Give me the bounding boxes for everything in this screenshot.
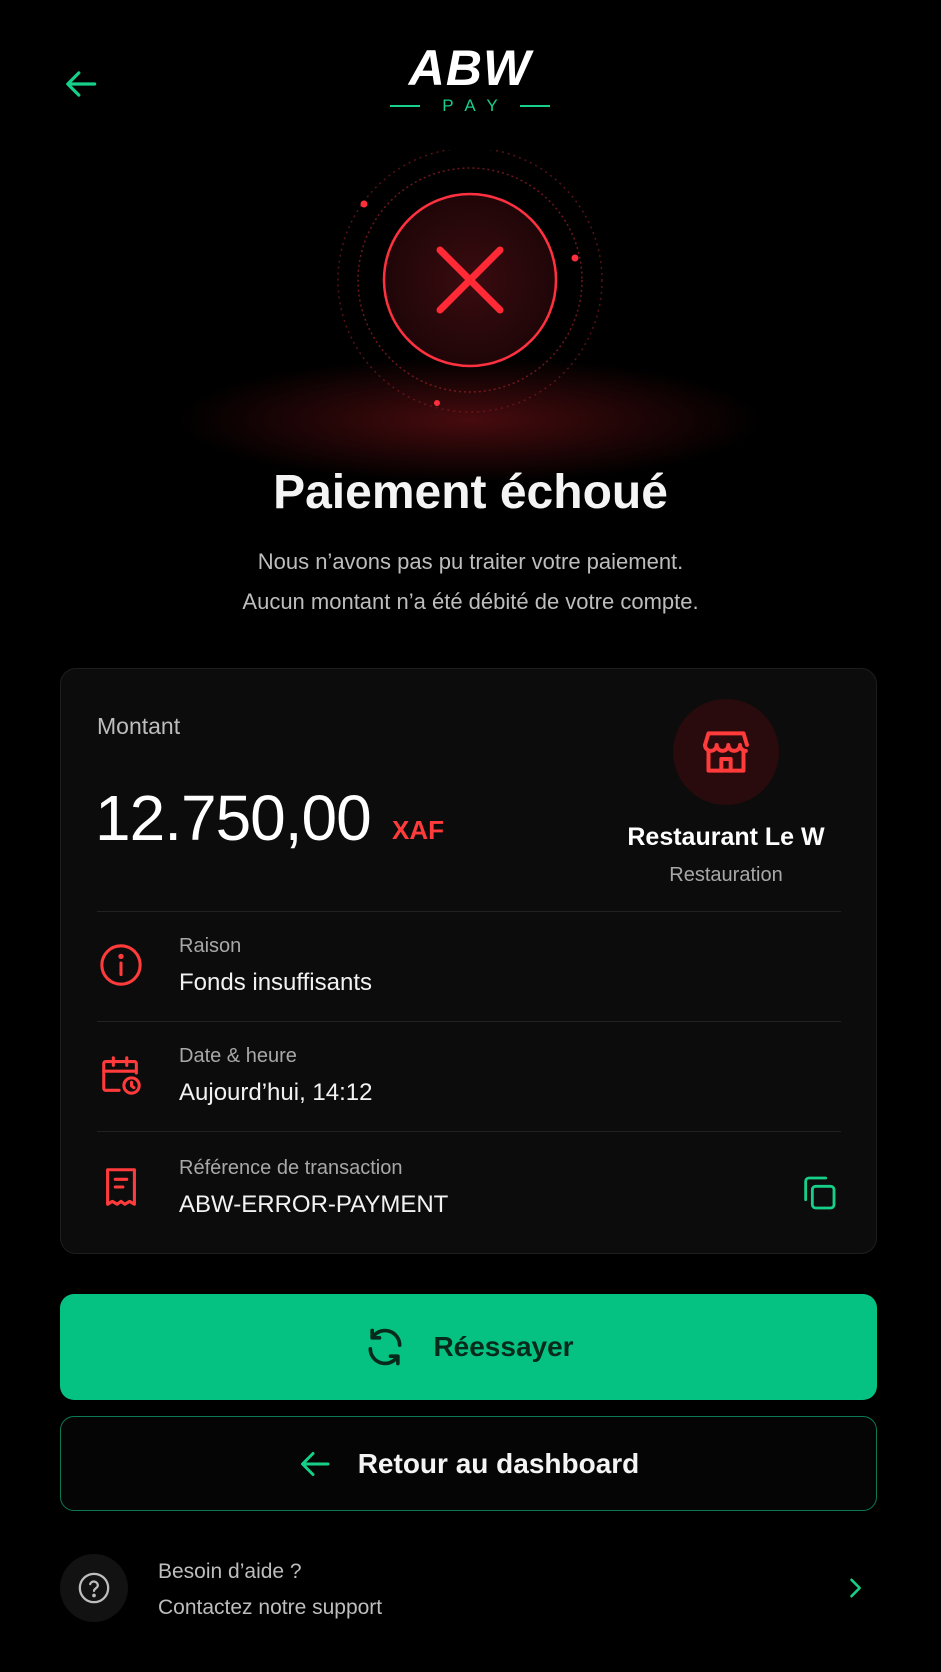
merchant-avatar <box>673 699 779 805</box>
question-icon <box>78 1572 110 1604</box>
help-subtitle: Contactez notre support <box>158 1596 383 1619</box>
detail-label: Référence de transaction <box>179 1157 403 1179</box>
copy-reference-button[interactable] <box>797 1171 841 1215</box>
help-title: Besoin d’aide ? <box>158 1560 302 1583</box>
arrow-left-icon <box>300 1451 330 1476</box>
calendar-clock-icon <box>102 1056 141 1095</box>
help-icon-container <box>60 1554 128 1622</box>
back-button[interactable] <box>58 60 106 108</box>
help-support-link[interactable]: Besoin d’aide ? Contactez notre support <box>60 1550 877 1630</box>
retry-button-label: Réessayer <box>433 1331 574 1362</box>
detail-value: Aujourd’hui, 14:12 <box>179 1079 373 1106</box>
amount-value: 12.750,00 <box>95 782 372 854</box>
divider <box>97 1131 841 1132</box>
status-description: Nous n’avons pas pu traiter votre paieme… <box>0 542 941 622</box>
abw-pay-logo: ABW PAY <box>380 42 560 122</box>
detail-datetime: Date & heure Aujourd’hui, 14:12 <box>97 1029 841 1119</box>
amount-label: Montant <box>97 713 181 739</box>
info-icon <box>100 944 142 986</box>
copy-icon <box>804 1176 836 1210</box>
retry-button[interactable]: Réessayer <box>60 1294 877 1400</box>
detail-value: Fonds insuffisants <box>179 969 372 996</box>
divider <box>97 911 841 912</box>
status-line-1: Nous n’avons pas pu traiter votre paieme… <box>257 549 684 574</box>
back-to-dashboard-label: Retour au dashboard <box>357 1447 640 1479</box>
currency-code: XAF <box>392 815 444 845</box>
transaction-card: Montant 12.750,00 XAF Restaurant Le W Re… <box>60 668 877 1254</box>
refresh-icon <box>368 1328 402 1366</box>
status-line-2: Aucun montant n’a été débité de votre co… <box>242 589 699 614</box>
divider <box>97 1021 841 1022</box>
detail-label: Raison <box>179 935 242 957</box>
logo-text: ABW <box>408 40 532 96</box>
receipt-icon <box>106 1168 136 1206</box>
merchant-category: Restauration <box>669 864 783 886</box>
detail-reference: Référence de transaction ABW-ERROR-PAYME… <box>97 1141 841 1231</box>
arrow-left-icon <box>66 71 97 97</box>
merchant-info: Restaurant Le W Restauration <box>621 699 831 887</box>
page-title: Paiement échoué <box>273 466 668 519</box>
back-to-dashboard-button[interactable]: Retour au dashboard <box>60 1416 877 1511</box>
error-illustration <box>320 147 620 450</box>
detail-reason: Raison Fonds insuffisants <box>97 919 841 1009</box>
merchant-name: Restaurant Le W <box>627 823 825 851</box>
chevron-right-icon <box>850 1578 861 1598</box>
store-icon <box>703 731 749 773</box>
detail-label: Date & heure <box>179 1045 297 1067</box>
payment-failed-screen: ABW PAY Paiement échoué Nous n’avons pas… <box>0 0 941 1672</box>
logo-subtext: PAY <box>442 96 510 115</box>
detail-value: ABW-ERROR-PAYMENT <box>179 1191 449 1218</box>
